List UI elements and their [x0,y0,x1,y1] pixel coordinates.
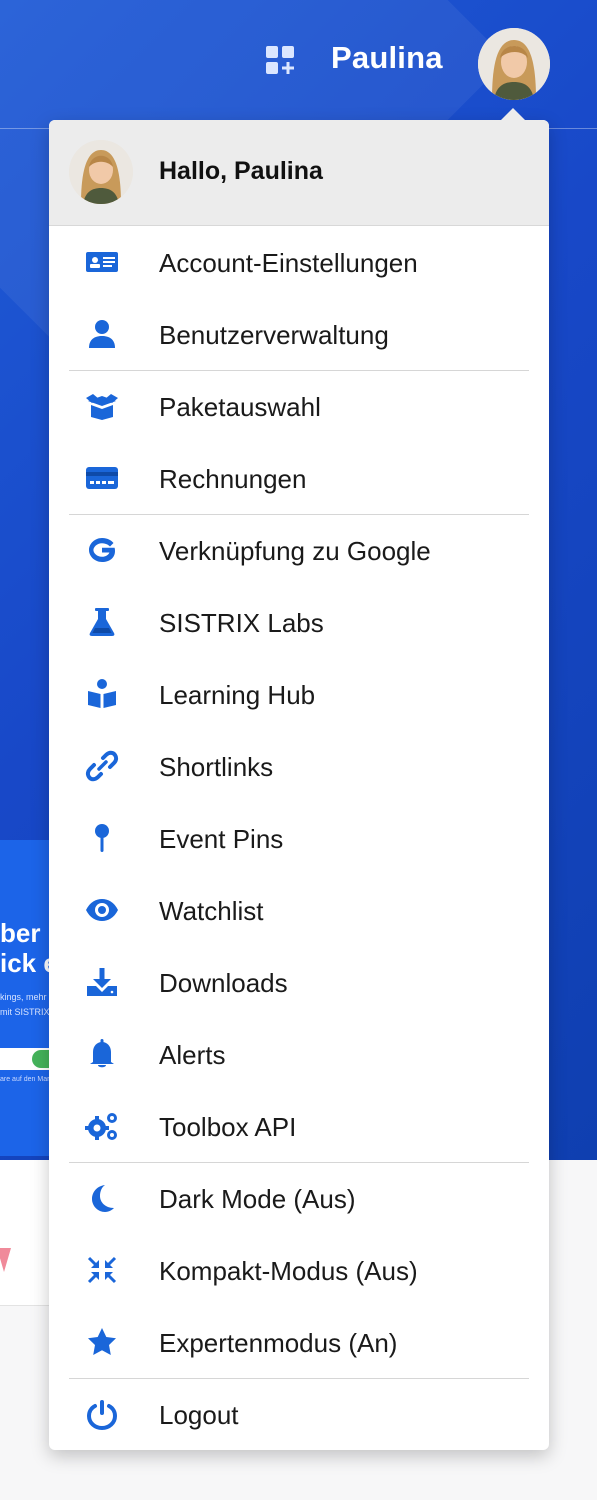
id-card-icon [85,246,119,278]
user-icon [85,318,119,350]
trend-down-icon [0,1248,11,1272]
menu-item-label: Watchlist [159,896,264,926]
menu-item-label: Logout [159,1400,239,1430]
menu-item-label: Rechnungen [159,464,307,494]
google-icon [85,534,119,566]
box-open-icon [85,390,119,422]
gears-icon [85,1110,119,1142]
menu-header: Hallo, Paulina [49,120,549,226]
menu-item-label: Account-Einstellungen [159,248,418,278]
menu-item-label: Alerts [159,1040,226,1070]
avatar[interactable] [478,28,550,100]
greeting: Hallo, Paulina [159,157,323,185]
menu-item-google-link[interactable]: Verknüpfung zu Google [49,514,549,586]
user-dropdown-menu: Hallo, Paulina Account-Einstellungen Ben… [49,108,549,1450]
menu-caret [501,108,525,120]
menu-item-alerts[interactable]: Alerts [49,1018,549,1090]
eye-icon [85,894,119,926]
compress-icon [85,1254,119,1286]
menu-item-event-pins[interactable]: Event Pins [49,802,549,874]
menu-item-logout[interactable]: Logout [49,1378,549,1450]
avatar [69,140,133,204]
bell-icon [85,1038,119,1070]
pin-icon [85,822,119,854]
menu-item-packages[interactable]: Paketauswahl [49,370,549,442]
menu-item-label: Benutzerverwaltung [159,320,389,350]
link-icon [85,750,119,782]
power-icon [85,1398,119,1430]
user-name[interactable]: Paulina [331,40,443,76]
menu-item-compact-mode[interactable]: Kompakt-Modus (Aus) [49,1234,549,1306]
credit-card-icon [85,462,119,494]
menu-item-learning-hub[interactable]: Learning Hub [49,658,549,730]
download-icon [85,966,119,998]
menu-item-toolbox-api[interactable]: Toolbox API [49,1090,549,1162]
moon-icon [85,1182,119,1214]
menu-item-label: Downloads [159,968,288,998]
promo-small-2: mit SISTRIX [0,1007,50,1017]
menu-item-label: Expertenmodus (An) [159,1328,398,1358]
menu-item-label: Toolbox API [159,1112,297,1142]
menu-item-label: Kompakt-Modus (Aus) [159,1256,418,1286]
menu-item-label: Verknüpfung zu Google [159,536,431,566]
menu-item-label: Dark Mode (Aus) [159,1184,356,1214]
menu-item-invoices[interactable]: Rechnungen [49,442,549,514]
menu-item-shortlinks[interactable]: Shortlinks [49,730,549,802]
flask-icon [85,606,119,638]
menu-item-expert-mode[interactable]: Expertenmodus (An) [49,1306,549,1378]
promo-small-1: kings, mehr [0,992,47,1002]
star-icon [85,1326,119,1358]
menu-item-downloads[interactable]: Downloads [49,946,549,1018]
book-reader-icon [85,678,119,710]
menu-item-label: Event Pins [159,824,284,854]
menu-item-label: Learning Hub [159,680,316,710]
apps-add-icon[interactable] [264,44,298,78]
menu-item-label: SISTRIX Labs [159,608,324,638]
menu-item-dark-mode[interactable]: Dark Mode (Aus) [49,1162,549,1234]
menu-item-label: Shortlinks [159,752,274,782]
menu-item-account-settings[interactable]: Account-Einstellungen [49,226,549,298]
menu-item-watchlist[interactable]: Watchlist [49,874,549,946]
menu-item-sistrix-labs[interactable]: SISTRIX Labs [49,586,549,658]
menu-item-label: Paketauswahl [159,392,321,422]
menu-item-user-management[interactable]: Benutzerverwaltung [49,298,549,370]
promo-small-3: are auf den Mark [0,1076,53,1083]
